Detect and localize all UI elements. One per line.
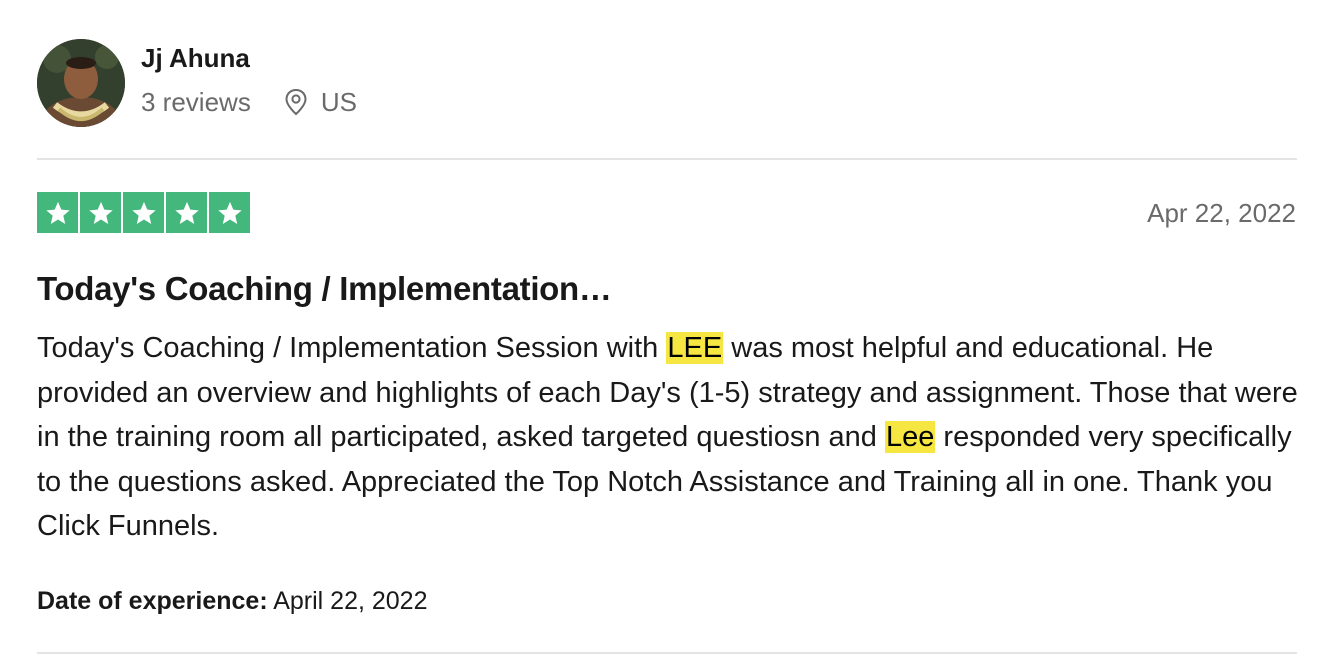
date-of-experience: Date of experience: April 22, 2022 (37, 585, 428, 617)
reviews-count[interactable]: 3 reviews (141, 87, 251, 117)
reviewer-info: Jj Ahuna 3 reviews US (141, 43, 357, 117)
experience-date: April 22, 2022 (273, 587, 428, 615)
star-icon (80, 192, 121, 233)
highlighted-keyword: LEE (666, 332, 724, 364)
avatar[interactable] (37, 39, 125, 127)
highlighted-keyword: Lee (884, 421, 936, 453)
review-date: Apr 22, 2022 (1147, 198, 1296, 228)
review-text-segment: Today's Coaching / Implementation Sessio… (37, 332, 667, 364)
reviewer-name[interactable]: Jj Ahuna (141, 43, 357, 73)
reviewer-location: US (283, 87, 357, 117)
divider (37, 158, 1297, 160)
experience-label: Date of experience: (37, 587, 268, 615)
review-title[interactable]: Today's Coaching / Implementation… (37, 269, 612, 309)
star-icon (123, 192, 164, 233)
star-icon (37, 192, 78, 233)
star-icon (166, 192, 207, 233)
review-body: Today's Coaching / Implementation Sessio… (37, 326, 1299, 549)
divider (37, 652, 1297, 654)
review-card: Jj Ahuna 3 reviews US Apr 22, 2022 Today… (0, 0, 1334, 656)
reviewer-header: Jj Ahuna 3 reviews US (37, 39, 357, 127)
star-icon (209, 192, 250, 233)
reviewer-meta: 3 reviews US (141, 87, 357, 117)
map-pin-icon (283, 88, 309, 116)
location-label: US (320, 87, 357, 117)
star-rating (37, 192, 250, 233)
